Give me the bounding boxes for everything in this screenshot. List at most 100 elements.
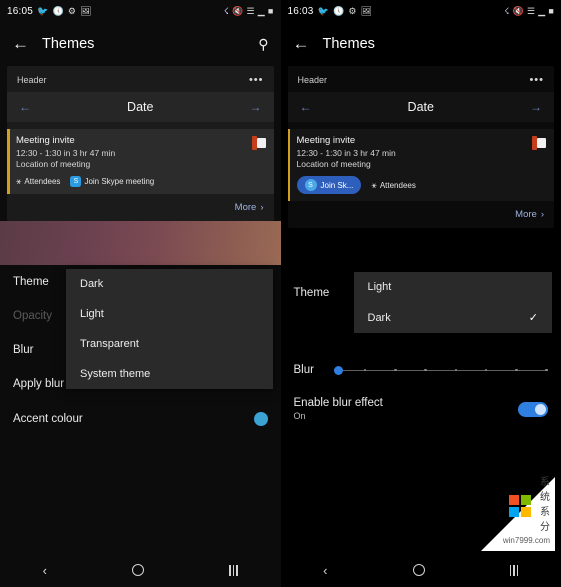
check-icon: ✓ [528,312,538,324]
preview-date-bar: ← Date → [287,92,554,122]
skype-icon: S [304,179,317,191]
preview-more-button[interactable]: More › [288,201,555,228]
settings-icon: ⚙ [67,5,77,16]
mute-icon: 🔇 [512,5,524,16]
page-title: Themes [42,36,95,52]
status-clock: 16:03 [287,5,314,17]
preview-header-label: Header [297,75,328,85]
event-attendees-chip[interactable]: ⚹ Attendees [16,176,60,187]
watermark-line1: 系统系分 [540,477,550,533]
signal-icon: ▁ [257,5,265,16]
event-location: Location of meeting [296,159,371,169]
dropdown-item-label: Transparent [80,338,139,350]
more-label: More [234,202,257,213]
event-attendees-chip[interactable]: ⚹ Attendees [371,180,415,191]
preview-event-card[interactable]: Meeting invite 12:30 - 1:30 in 3 hr 47 m… [7,129,274,194]
dropdown-item-transparent[interactable]: Transparent [66,329,273,359]
settings-list-right: Theme Light Dark ✓ Blur Enable blur effe… [281,272,561,432]
theme-dropdown-menu-left[interactable]: Dark Light Transparent System theme [66,269,273,389]
event-time: 12:30 - 1:30 in 3 hr 47 min [16,148,116,158]
theme-dropdown-menu-right[interactable]: Light Dark ✓ [353,272,553,333]
preview-header-label: Header [17,75,47,85]
more-label: More [515,209,537,220]
android-nav-bar-right: ‹ [281,553,561,587]
nav-home-button[interactable] [412,564,425,576]
preview-date-label: Date [407,100,434,114]
attendees-label: Attendees [24,177,61,186]
event-accent-bar [287,129,290,201]
event-title: Meeting invite [16,135,75,146]
event-skype-join-button[interactable]: S Join Sk... [296,176,362,194]
image-icon: 🖼 [80,5,92,16]
settings-list-left: Theme Opacity Blur Apply blur ef Accent … [0,265,281,437]
status-bar-left: 16:05 🐦 🕔 ⚙ 🖼 ☇ 🔇 ☰ ▁ ■ [0,0,281,22]
dropdown-item-system-theme[interactable]: System theme [66,359,273,389]
dropdown-item-dark[interactable]: Dark ✓ [354,302,553,333]
event-title: Meeting invite [296,135,356,146]
setting-blur-slider[interactable]: Blur [281,354,561,381]
dropdown-item-label: Dark [367,311,391,324]
dropdown-item-label: Light [367,281,392,293]
clock-icon: 🕔 [52,5,64,16]
event-skype-chip[interactable]: S Join Skype meeting [70,176,154,187]
setting-enable-blur-state: On [293,411,306,421]
accent-colour-swatch[interactable] [253,412,268,426]
twitter-icon: 🐦 [37,5,49,16]
chevron-right-icon: › [540,209,544,220]
dropdown-item-light[interactable]: Light [354,272,553,302]
phone-screenshot-right: 16:03 🐦 🕔 ⚙ 🖼 ☇ 🔇 ☰ ▁ ■ ← Themes Header … [280,0,561,587]
setting-theme-label: Theme [293,287,330,299]
app-bar-right: ← Themes [281,22,561,66]
dropdown-item-label: System theme [80,368,151,380]
person-icon: ⚹ [371,179,377,190]
android-nav-bar-left: ‹ [0,553,281,587]
dropdown-item-light[interactable]: Light [66,299,273,329]
nav-recents-button[interactable] [229,564,238,576]
event-location: Location of meeting [16,159,91,169]
overflow-menu-icon[interactable]: ••• [529,74,544,86]
setting-blur-label: Blur [293,364,314,376]
twitter-icon: 🐦 [317,5,329,16]
wifi-icon: ☰ [526,5,536,16]
office-outlook-icon [532,135,546,151]
battery-icon: ■ [548,5,554,16]
blur-slider-track[interactable] [333,363,549,377]
enable-blur-toggle[interactable] [518,401,548,417]
slider-ticks [333,368,549,372]
overflow-menu-icon[interactable]: ••• [249,74,264,86]
dropdown-item-dark[interactable]: Dark [66,269,273,299]
setting-enable-blur-label: Enable blur effect [293,397,383,409]
search-icon[interactable]: ⚲ [258,36,268,53]
setting-accent-colour[interactable]: Accent colour [0,401,281,437]
theme-preview-right: Header ••• ← Date → Meeting invite 12:30… [281,66,561,228]
nav-recents-button[interactable] [509,564,519,576]
office-outlook-icon [251,135,266,151]
setting-accent-label: Accent colour [13,413,83,425]
setting-opacity-label: Opacity [13,310,52,322]
bluetooth-icon: ☇ [223,5,230,16]
dropdown-item-label: Light [80,308,104,320]
back-arrow-icon[interactable]: ← [293,34,315,54]
next-day-arrow-icon[interactable]: → [250,100,262,114]
status-clock: 16:05 [7,5,34,17]
back-arrow-icon[interactable]: ← [12,34,34,54]
skype-label: Join Skype meeting [84,177,155,186]
skype-label: Join Sk... [320,180,354,190]
setting-enable-blur-effect[interactable]: Enable blur effect On [281,381,561,432]
preview-more-button[interactable]: More › [7,194,274,221]
prev-day-arrow-icon[interactable]: ← [19,100,31,114]
preview-event-card[interactable]: Meeting invite 12:30 - 1:30 in 3 hr 47 m… [287,129,554,201]
settings-icon: ⚙ [348,5,357,16]
preview-date-label: Date [127,100,154,114]
event-accent-bar [7,129,10,194]
next-day-arrow-icon[interactable]: → [530,100,542,114]
signal-icon: ▁ [538,5,546,16]
nav-home-button[interactable] [132,564,145,576]
windows-logo-icon [509,495,531,517]
nav-back-button[interactable]: ‹ [323,563,327,578]
prev-day-arrow-icon[interactable]: ← [300,100,312,114]
app-bar-left: ← Themes ⚲ [0,22,281,66]
wifi-icon: ☰ [246,5,255,16]
nav-back-button[interactable]: ‹ [43,563,47,578]
blur-slider-knob[interactable] [333,365,343,375]
